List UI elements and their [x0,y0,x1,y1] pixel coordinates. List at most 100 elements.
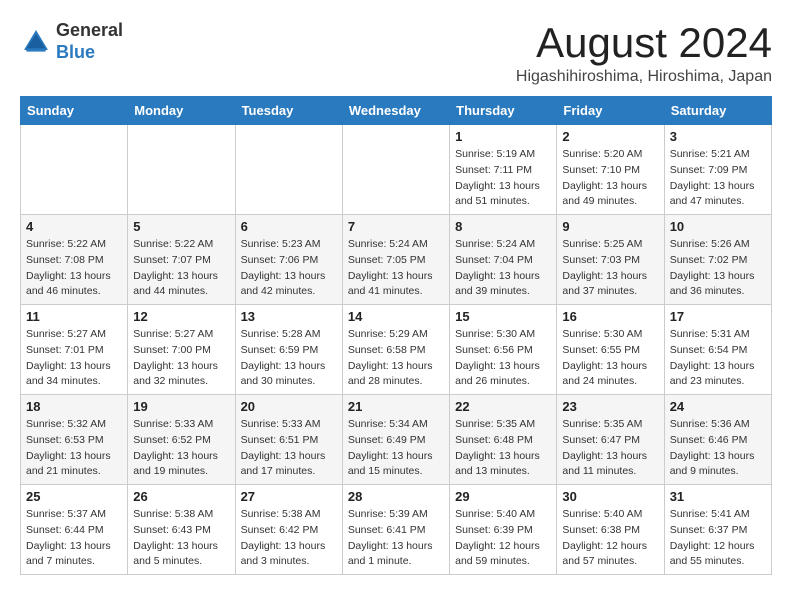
calendar-cell: 16 Sunrise: 5:30 AM Sunset: 6:55 PM Dayli… [557,305,664,395]
day-number: 8 [455,219,551,234]
calendar-cell: 11Sunrise: 5:27 AM Sunset: 7:01 PM Dayli… [21,305,128,395]
calendar-cell: 19 Sunrise: 5:33 AM Sunset: 6:52 PM Dayli… [128,395,235,485]
weekday-header-wednesday: Wednesday [342,97,449,125]
day-number: 29 [455,489,551,504]
calendar-cell: 2Sunrise: 5:20 AM Sunset: 7:10 PM Daylig… [557,125,664,215]
day-info: Sunrise: 5:27 AM Sunset: 7:00 PM Dayligh… [133,327,229,390]
calendar-cell: 26Sunrise: 5:38 AM Sunset: 6:43 PM Dayli… [128,485,235,575]
calendar-cell: 31 Sunrise: 5:41 AM Sunset: 6:37 PM Dayli… [664,485,771,575]
day-info: Sunrise: 5:40 AM Sunset: 6:39 PM Dayligh… [455,507,551,570]
weekday-header-friday: Friday [557,97,664,125]
day-info: Sunrise: 5:26 AM Sunset: 7:02 PM Dayligh… [670,237,766,300]
day-number: 21 [348,399,444,414]
calendar-cell: 7Sunrise: 5:24 AM Sunset: 7:05 PM Daylig… [342,215,449,305]
weekday-header-thursday: Thursday [450,97,557,125]
day-number: 6 [241,219,337,234]
day-number: 25 [26,489,122,504]
day-info: Sunrise: 5:30 AM Sunset: 6:56 PM Dayligh… [455,327,551,390]
logo: General Blue [20,20,123,63]
day-number: 20 [241,399,337,414]
calendar-cell: 9 Sunrise: 5:25 AM Sunset: 7:03 PM Daylig… [557,215,664,305]
month-year-title: August 2024 [516,20,772,66]
day-number: 17 [670,309,766,324]
calendar-cell: 6Sunrise: 5:23 AM Sunset: 7:06 PM Daylig… [235,215,342,305]
location-subtitle: Higashihiroshima, Hiroshima, Japan [516,68,772,86]
calendar-cell: 10 Sunrise: 5:26 AM Sunset: 7:02 PM Dayli… [664,215,771,305]
day-info: Sunrise: 5:28 AM Sunset: 6:59 PM Dayligh… [241,327,337,390]
weekday-header-monday: Monday [128,97,235,125]
day-number: 1 [455,129,551,144]
calendar-cell [21,125,128,215]
day-number: 14 [348,309,444,324]
calendar-cell: 5 Sunrise: 5:22 AM Sunset: 7:07 PM Daylig… [128,215,235,305]
day-info: Sunrise: 5:19 AM Sunset: 7:11 PM Dayligh… [455,147,551,210]
calendar-cell: 30 Sunrise: 5:40 AM Sunset: 6:38 PM Dayli… [557,485,664,575]
calendar-cell: 22Sunrise: 5:35 AM Sunset: 6:48 PM Dayli… [450,395,557,485]
day-number: 13 [241,309,337,324]
day-number: 19 [133,399,229,414]
day-info: Sunrise: 5:41 AM Sunset: 6:37 PM Dayligh… [670,507,766,570]
weekday-header-saturday: Saturday [664,97,771,125]
day-info: Sunrise: 5:31 AM Sunset: 6:54 PM Dayligh… [670,327,766,390]
day-info: Sunrise: 5:34 AM Sunset: 6:49 PM Dayligh… [348,417,444,480]
day-info: Sunrise: 5:38 AM Sunset: 6:42 PM Dayligh… [241,507,337,570]
logo-icon [20,26,52,58]
calendar-cell: 27 Sunrise: 5:38 AM Sunset: 6:42 PM Dayli… [235,485,342,575]
day-number: 10 [670,219,766,234]
day-number: 30 [562,489,658,504]
day-info: Sunrise: 5:29 AM Sunset: 6:58 PM Dayligh… [348,327,444,390]
calendar-table: SundayMondayTuesdayWednesdayThursdayFrid… [20,96,772,575]
calendar-week-row: 4 Sunrise: 5:22 AM Sunset: 7:08 PM Daylig… [21,215,772,305]
calendar-cell: 28 Sunrise: 5:39 AM Sunset: 6:41 PM Dayli… [342,485,449,575]
calendar-cell: 1 Sunrise: 5:19 AM Sunset: 7:11 PM Daylig… [450,125,557,215]
day-info: Sunrise: 5:24 AM Sunset: 7:04 PM Dayligh… [455,237,551,300]
calendar-week-row: 18Sunrise: 5:32 AM Sunset: 6:53 PM Dayli… [21,395,772,485]
calendar-cell: 18Sunrise: 5:32 AM Sunset: 6:53 PM Dayli… [21,395,128,485]
logo-blue: Blue [56,42,95,62]
day-number: 26 [133,489,229,504]
day-number: 9 [562,219,658,234]
calendar-cell: 13 Sunrise: 5:28 AM Sunset: 6:59 PM Dayli… [235,305,342,395]
day-number: 5 [133,219,229,234]
calendar-cell: 25Sunrise: 5:37 AM Sunset: 6:44 PM Dayli… [21,485,128,575]
day-number: 16 [562,309,658,324]
day-info: Sunrise: 5:30 AM Sunset: 6:55 PM Dayligh… [562,327,658,390]
page-header: General Blue August 2024 Higashihiroshim… [20,20,772,86]
day-info: Sunrise: 5:32 AM Sunset: 6:53 PM Dayligh… [26,417,122,480]
calendar-cell: 14 Sunrise: 5:29 AM Sunset: 6:58 PM Dayli… [342,305,449,395]
calendar-cell: 29 Sunrise: 5:40 AM Sunset: 6:39 PM Dayli… [450,485,557,575]
day-number: 24 [670,399,766,414]
calendar-week-row: 11Sunrise: 5:27 AM Sunset: 7:01 PM Dayli… [21,305,772,395]
calendar-week-row: 25Sunrise: 5:37 AM Sunset: 6:44 PM Dayli… [21,485,772,575]
calendar-cell: 8 Sunrise: 5:24 AM Sunset: 7:04 PM Daylig… [450,215,557,305]
calendar-cell: 15Sunrise: 5:30 AM Sunset: 6:56 PM Dayli… [450,305,557,395]
day-info: Sunrise: 5:24 AM Sunset: 7:05 PM Dayligh… [348,237,444,300]
day-number: 11 [26,309,122,324]
day-number: 3 [670,129,766,144]
day-number: 31 [670,489,766,504]
day-info: Sunrise: 5:33 AM Sunset: 6:52 PM Dayligh… [133,417,229,480]
day-number: 28 [348,489,444,504]
day-info: Sunrise: 5:22 AM Sunset: 7:07 PM Dayligh… [133,237,229,300]
day-info: Sunrise: 5:40 AM Sunset: 6:38 PM Dayligh… [562,507,658,570]
weekday-header-tuesday: Tuesday [235,97,342,125]
calendar-cell: 3Sunrise: 5:21 AM Sunset: 7:09 PM Daylig… [664,125,771,215]
title-block: August 2024 Higashihiroshima, Hiroshima,… [516,20,772,86]
calendar-cell: 21 Sunrise: 5:34 AM Sunset: 6:49 PM Dayli… [342,395,449,485]
day-info: Sunrise: 5:20 AM Sunset: 7:10 PM Dayligh… [562,147,658,210]
calendar-cell [235,125,342,215]
day-info: Sunrise: 5:22 AM Sunset: 7:08 PM Dayligh… [26,237,122,300]
day-info: Sunrise: 5:35 AM Sunset: 6:47 PM Dayligh… [562,417,658,480]
day-info: Sunrise: 5:36 AM Sunset: 6:46 PM Dayligh… [670,417,766,480]
calendar-cell: 12 Sunrise: 5:27 AM Sunset: 7:00 PM Dayli… [128,305,235,395]
day-info: Sunrise: 5:39 AM Sunset: 6:41 PM Dayligh… [348,507,444,570]
calendar-cell [342,125,449,215]
logo-text: General Blue [56,20,123,63]
day-info: Sunrise: 5:25 AM Sunset: 7:03 PM Dayligh… [562,237,658,300]
day-number: 12 [133,309,229,324]
calendar-cell: 24 Sunrise: 5:36 AM Sunset: 6:46 PM Dayli… [664,395,771,485]
day-info: Sunrise: 5:35 AM Sunset: 6:48 PM Dayligh… [455,417,551,480]
day-number: 4 [26,219,122,234]
calendar-cell: 4 Sunrise: 5:22 AM Sunset: 7:08 PM Daylig… [21,215,128,305]
day-number: 27 [241,489,337,504]
